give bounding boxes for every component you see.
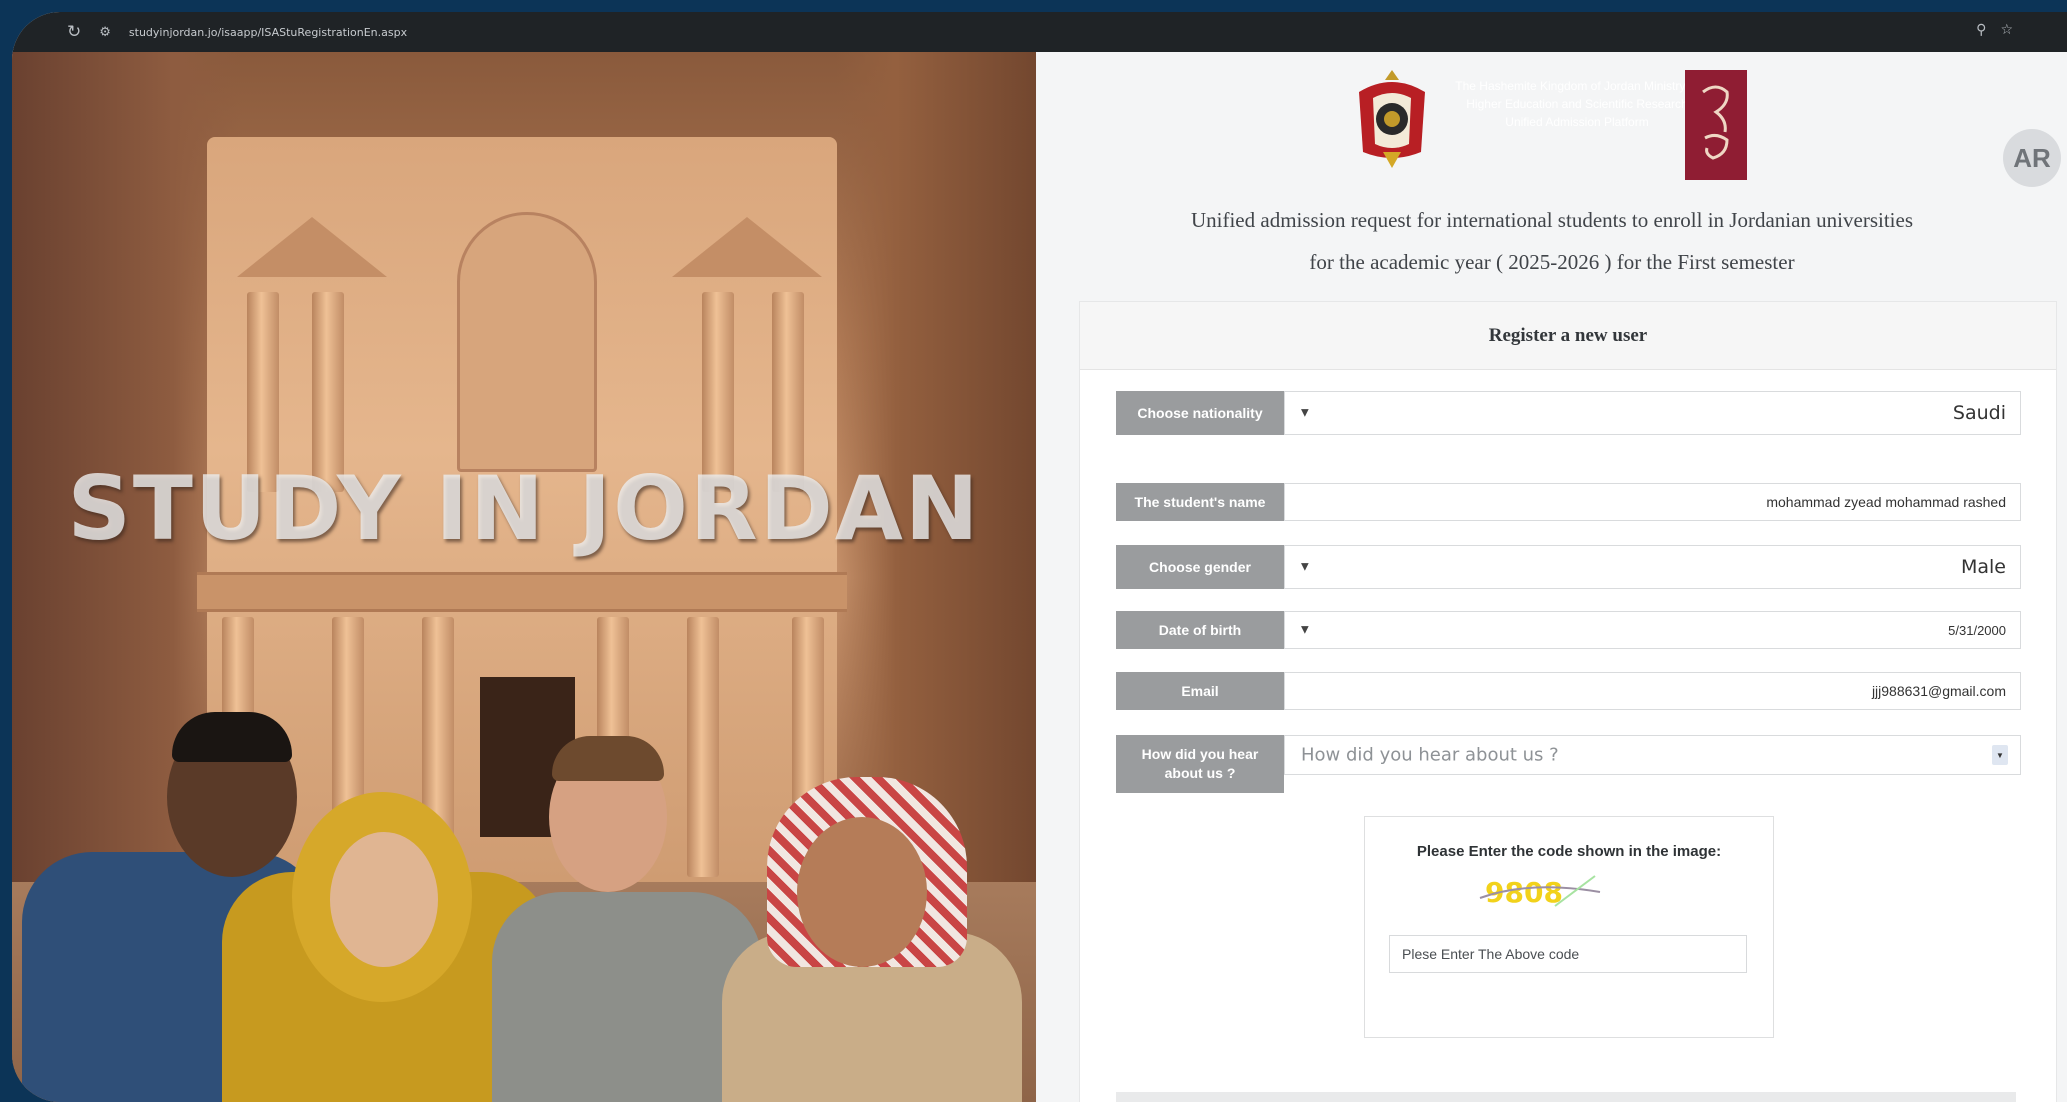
chevron-down-icon: ▼	[1301, 407, 1309, 419]
page-headline-line1: Unified admission request for internatio…	[1190, 208, 1914, 232]
dropdown-arrow-icon[interactable]: ▼	[1992, 745, 2008, 765]
date-of-birth-picker[interactable]: ▼ 5/31/2000	[1284, 611, 2021, 649]
reload-icon[interactable]: ↻	[67, 22, 81, 42]
anniversary-logo	[1685, 70, 1747, 180]
gender-label: Choose gender	[1116, 545, 1284, 589]
email-label: Email	[1116, 672, 1284, 710]
gender-value: Male	[1960, 556, 2006, 578]
student-head	[330, 832, 438, 967]
nationality-row: Choose nationality ▼ Saudi	[1116, 391, 2021, 435]
nationality-value: Saudi	[1952, 402, 2006, 424]
entablature	[197, 572, 847, 612]
student-head	[797, 817, 927, 967]
source-label: How did you hear about us ?	[1116, 735, 1284, 793]
source-placeholder: How did you hear about us ?	[1301, 744, 1559, 766]
captcha-input[interactable]: Plese Enter The Above code	[1389, 935, 1747, 973]
pediment-right	[672, 217, 822, 277]
captcha-image: 9808	[1440, 872, 1601, 912]
anniversary-emblem-icon	[1702, 85, 1729, 160]
source-row: How did you hear about us ? How did you …	[1116, 735, 2021, 793]
gender-select[interactable]: ▼ Male	[1284, 545, 2021, 589]
tholos	[457, 212, 597, 472]
jordan-crest-logo	[1347, 64, 1437, 174]
registration-panel: The Hashemite Kingdom of Jordan Ministry…	[1037, 52, 2067, 1102]
crest-text: The Hashemite Kingdom of Jordan Ministry…	[1455, 79, 1699, 129]
hero-image: STUDY IN JORDAN	[12, 52, 1036, 1102]
student-hair	[552, 736, 664, 781]
next-section-strip	[1116, 1092, 2016, 1102]
hero-title: STUDY IN JORDAN	[67, 457, 981, 560]
site-settings-icon[interactable]: ⚙	[99, 25, 111, 40]
toolbar-actions: ⚲☆	[1976, 22, 2027, 38]
name-label: The student's name	[1116, 483, 1284, 521]
email-row: Email jjj988631@gmail.com	[1116, 672, 2021, 710]
student-hair	[172, 712, 292, 762]
nationality-label: Choose nationality	[1116, 391, 1284, 435]
dob-value: 5/31/2000	[1948, 622, 2006, 638]
captcha-box: Please Enter the code shown in the image…	[1364, 816, 1774, 1038]
chevron-down-icon: ▼	[1301, 561, 1309, 573]
column	[687, 617, 719, 877]
page-headline-line2: for the academic year ( 2025-2026 ) for …	[1309, 250, 1795, 274]
language-toggle-button[interactable]: AR	[2003, 129, 2061, 187]
captcha-label: Please Enter the code shown in the image…	[1416, 843, 1722, 860]
browser-screen: ↻ ⚙ studyinjordan.jo/isaapp/ISAStuRegist…	[12, 12, 2067, 1102]
email-input[interactable]: jjj988631@gmail.com	[1284, 672, 2021, 710]
how-did-you-hear-select[interactable]: How did you hear about us ? ▼	[1284, 735, 2021, 775]
student-name-input[interactable]: mohammad zyead mohammad rashed	[1284, 483, 2021, 521]
address-bar[interactable]: studyinjordan.jo/isaapp/ISAStuRegistrati…	[129, 26, 407, 39]
card-title: Register a new user	[1080, 302, 2056, 370]
name-row: The student's name mohammad zyead mohamm…	[1116, 483, 2021, 521]
zoom-icon[interactable]: ⚲	[1976, 22, 2000, 38]
dob-label: Date of birth	[1116, 611, 1284, 649]
star-icon[interactable]: ☆	[2000, 22, 2027, 38]
dob-row: Date of birth ▼ 5/31/2000	[1116, 611, 2021, 649]
nationality-select[interactable]: ▼ Saudi	[1284, 391, 2021, 435]
chevron-down-icon: ▼	[1301, 624, 1309, 636]
browser-toolbar: ↻ ⚙ studyinjordan.jo/isaapp/ISAStuRegist…	[12, 12, 2067, 52]
gender-row: Choose gender ▼ Male	[1116, 545, 2021, 589]
pediment-left	[237, 217, 387, 277]
